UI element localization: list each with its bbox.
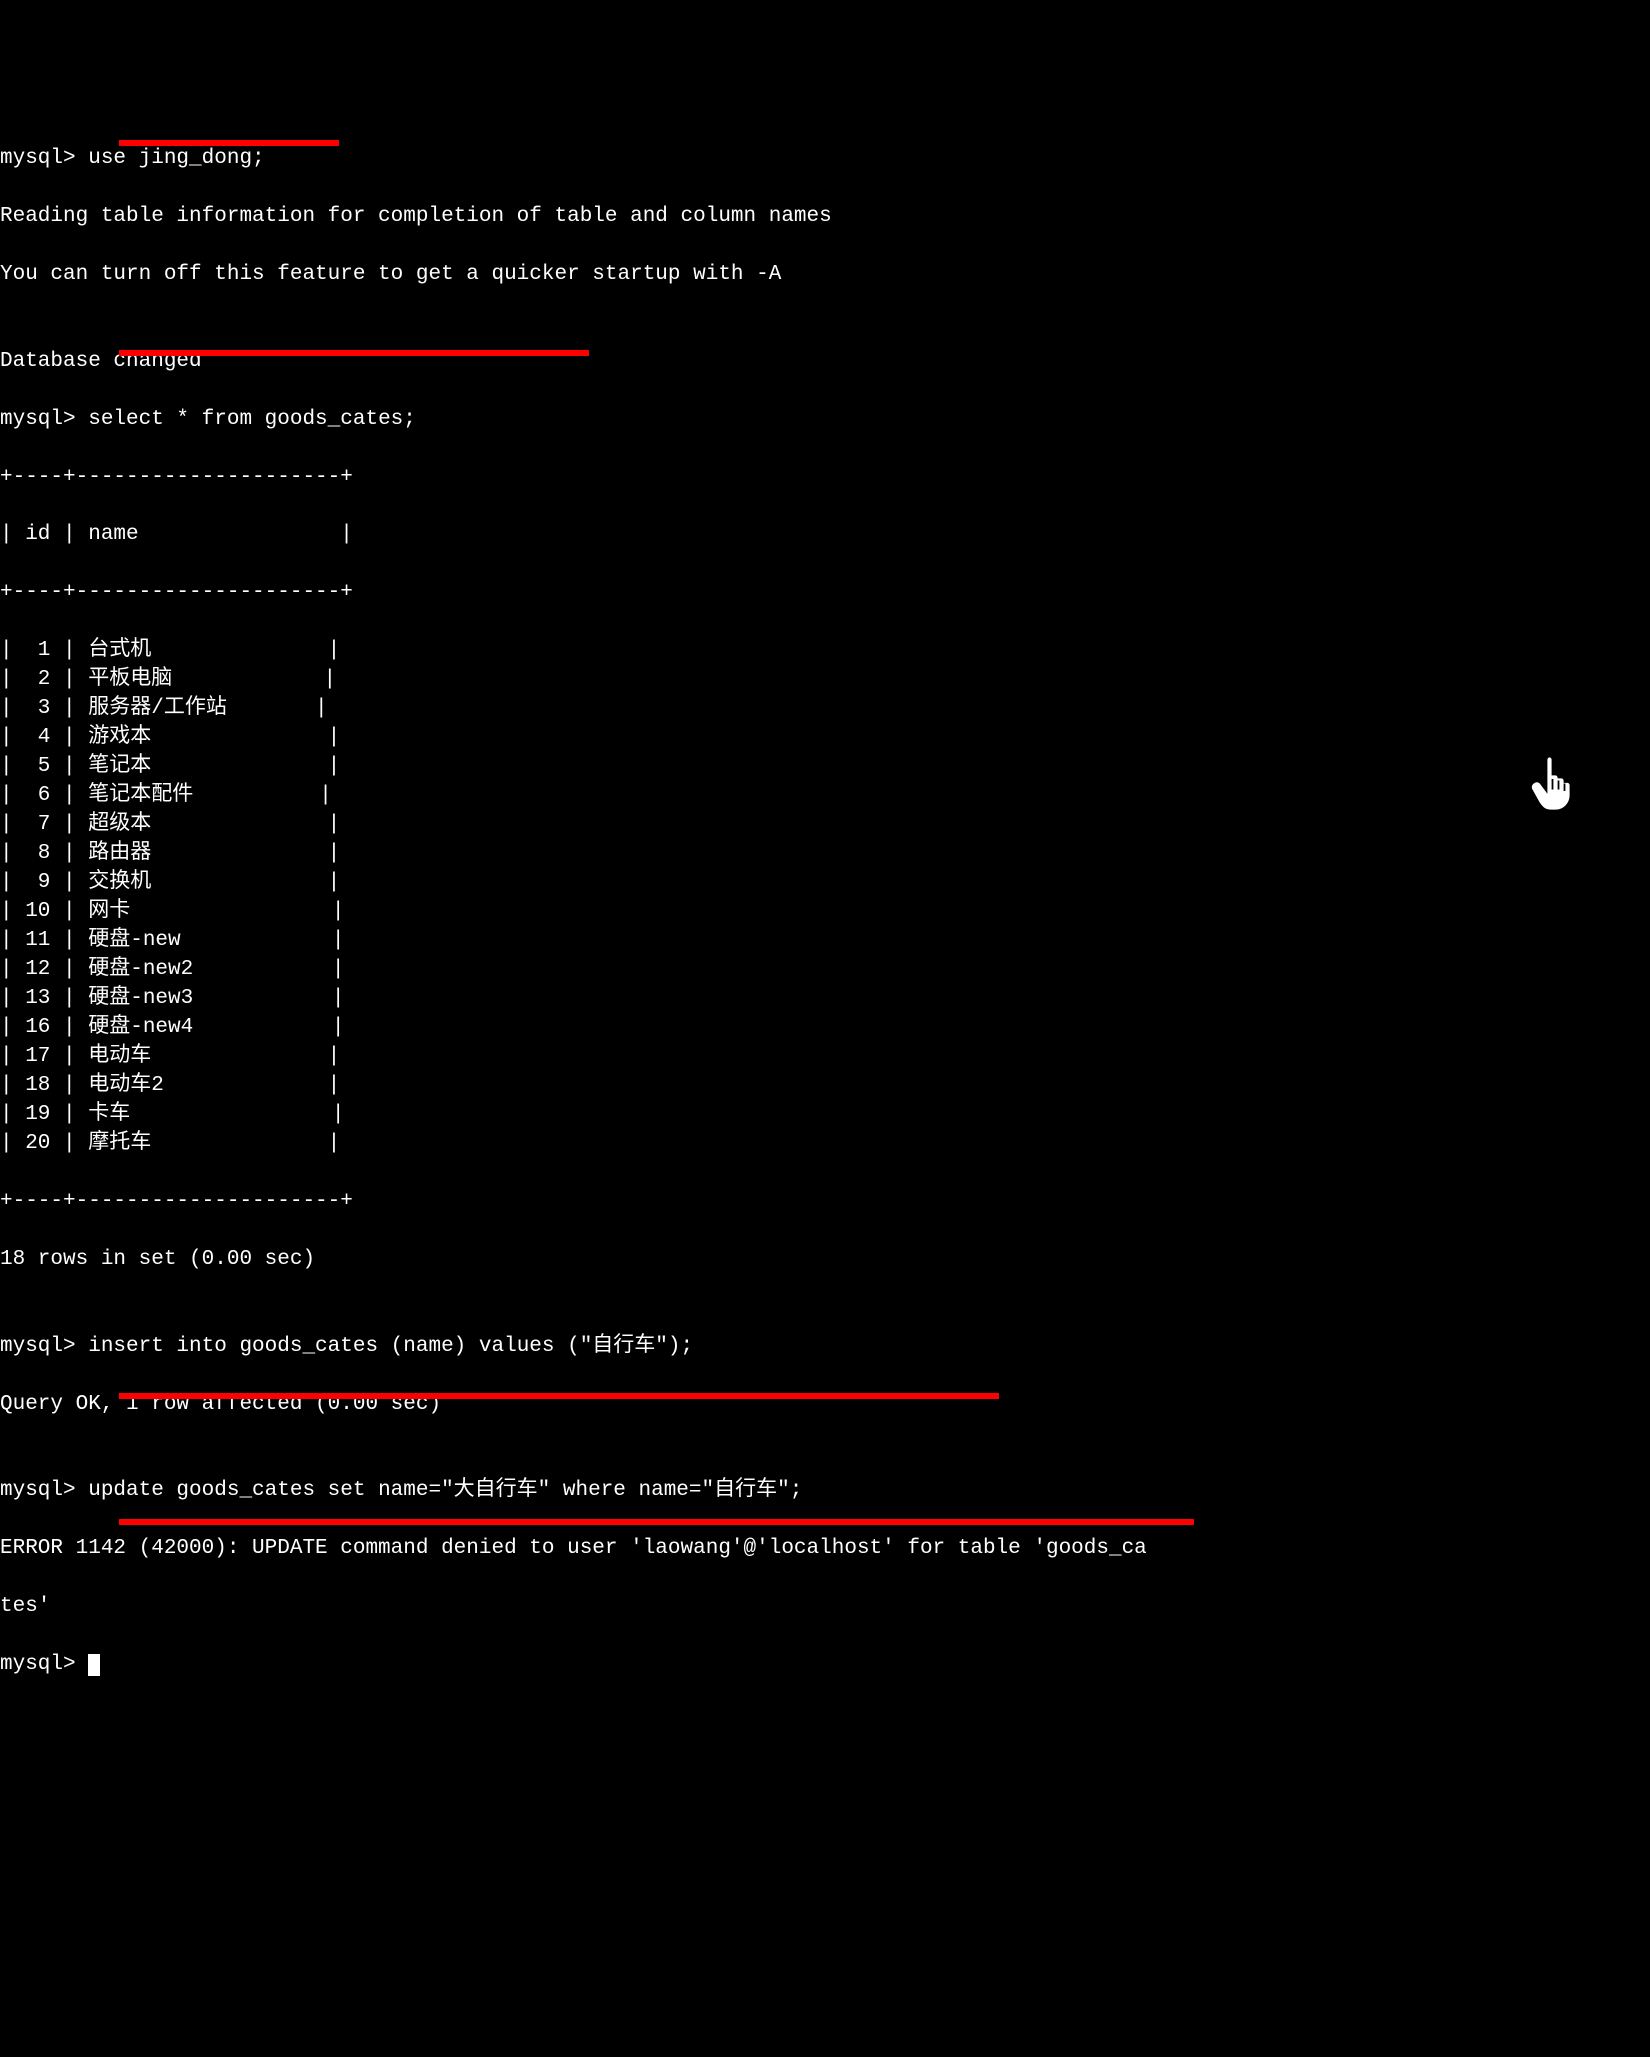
highlight-underline-2 <box>119 350 589 356</box>
rows-summary: 18 rows in set (0.00 sec) <box>0 1246 1650 1275</box>
msg-turnoff: You can turn off this feature to get a q… <box>0 261 1650 290</box>
highlight-underline-4 <box>119 1519 1194 1525</box>
mysql-prompt: mysql> <box>0 1335 88 1358</box>
terminal-output: mysql> use jing_dong; Reading table info… <box>0 116 1650 1912</box>
mysql-prompt: mysql> <box>0 1479 88 1502</box>
table-row: | 9 | 交换机 | <box>0 869 1650 898</box>
prompt-select: mysql> select * from goods_cates; <box>0 406 1650 435</box>
cmd-insert: insert into goods_cates (name) values ("… <box>88 1335 693 1358</box>
mysql-prompt: mysql> <box>0 408 88 431</box>
mysql-prompt: mysql> <box>0 1653 88 1676</box>
table-row: | 17 | 电动车 | <box>0 1043 1650 1072</box>
table-row: | 16 | 硬盘-new4 | <box>0 1014 1650 1043</box>
highlight-underline-1 <box>119 140 339 146</box>
msg-reading: Reading table information for completion… <box>0 203 1650 232</box>
table-row: | 4 | 游戏本 | <box>0 724 1650 753</box>
table-row: | 7 | 超级本 | <box>0 811 1650 840</box>
highlight-underline-3 <box>119 1393 999 1399</box>
prompt-final[interactable]: mysql> <box>0 1651 1650 1680</box>
mysql-prompt: mysql> <box>0 147 88 170</box>
table-row: | 11 | 硬盘-new | <box>0 927 1650 956</box>
terminal-cursor <box>88 1654 100 1676</box>
table-border-top: +----+---------------------+ <box>0 464 1650 493</box>
table-row: | 10 | 网卡 | <box>0 898 1650 927</box>
table-row: | 18 | 电动车2 | <box>0 1072 1650 1101</box>
table-rows: | 1 | 台式机 || 2 | 平板电脑 || 3 | 服务器/工作站 || … <box>0 637 1650 1158</box>
table-row: | 6 | 笔记本配件 | <box>0 782 1650 811</box>
table-header: | id | name | <box>0 521 1650 550</box>
table-border-bottom: +----+---------------------+ <box>0 1188 1650 1217</box>
table-row: | 13 | 硬盘-new3 | <box>0 985 1650 1014</box>
table-row: | 19 | 卡车 | <box>0 1101 1650 1130</box>
prompt-update: mysql> update goods_cates set name="大自行车… <box>0 1477 1650 1506</box>
prompt-insert: mysql> insert into goods_cates (name) va… <box>0 1333 1650 1362</box>
cmd-update: update goods_cates set name="大自行车" where… <box>88 1479 802 1502</box>
cmd-select: select * from goods_cates; <box>88 408 416 431</box>
prompt-use: mysql> use jing_dong; <box>0 145 1650 174</box>
table-row: | 8 | 路由器 | <box>0 840 1650 869</box>
table-row: | 2 | 平板电脑 | <box>0 666 1650 695</box>
error-line-2: tes' <box>0 1593 1650 1622</box>
table-row: | 1 | 台式机 | <box>0 637 1650 666</box>
table-row: | 20 | 摩托车 | <box>0 1130 1650 1159</box>
cmd-use: use jing_dong; <box>88 147 264 170</box>
table-row: | 12 | 硬盘-new2 | <box>0 956 1650 985</box>
table-row: | 5 | 笔记本 | <box>0 753 1650 782</box>
table-row: | 3 | 服务器/工作站 | <box>0 695 1650 724</box>
table-border-mid: +----+---------------------+ <box>0 579 1650 608</box>
